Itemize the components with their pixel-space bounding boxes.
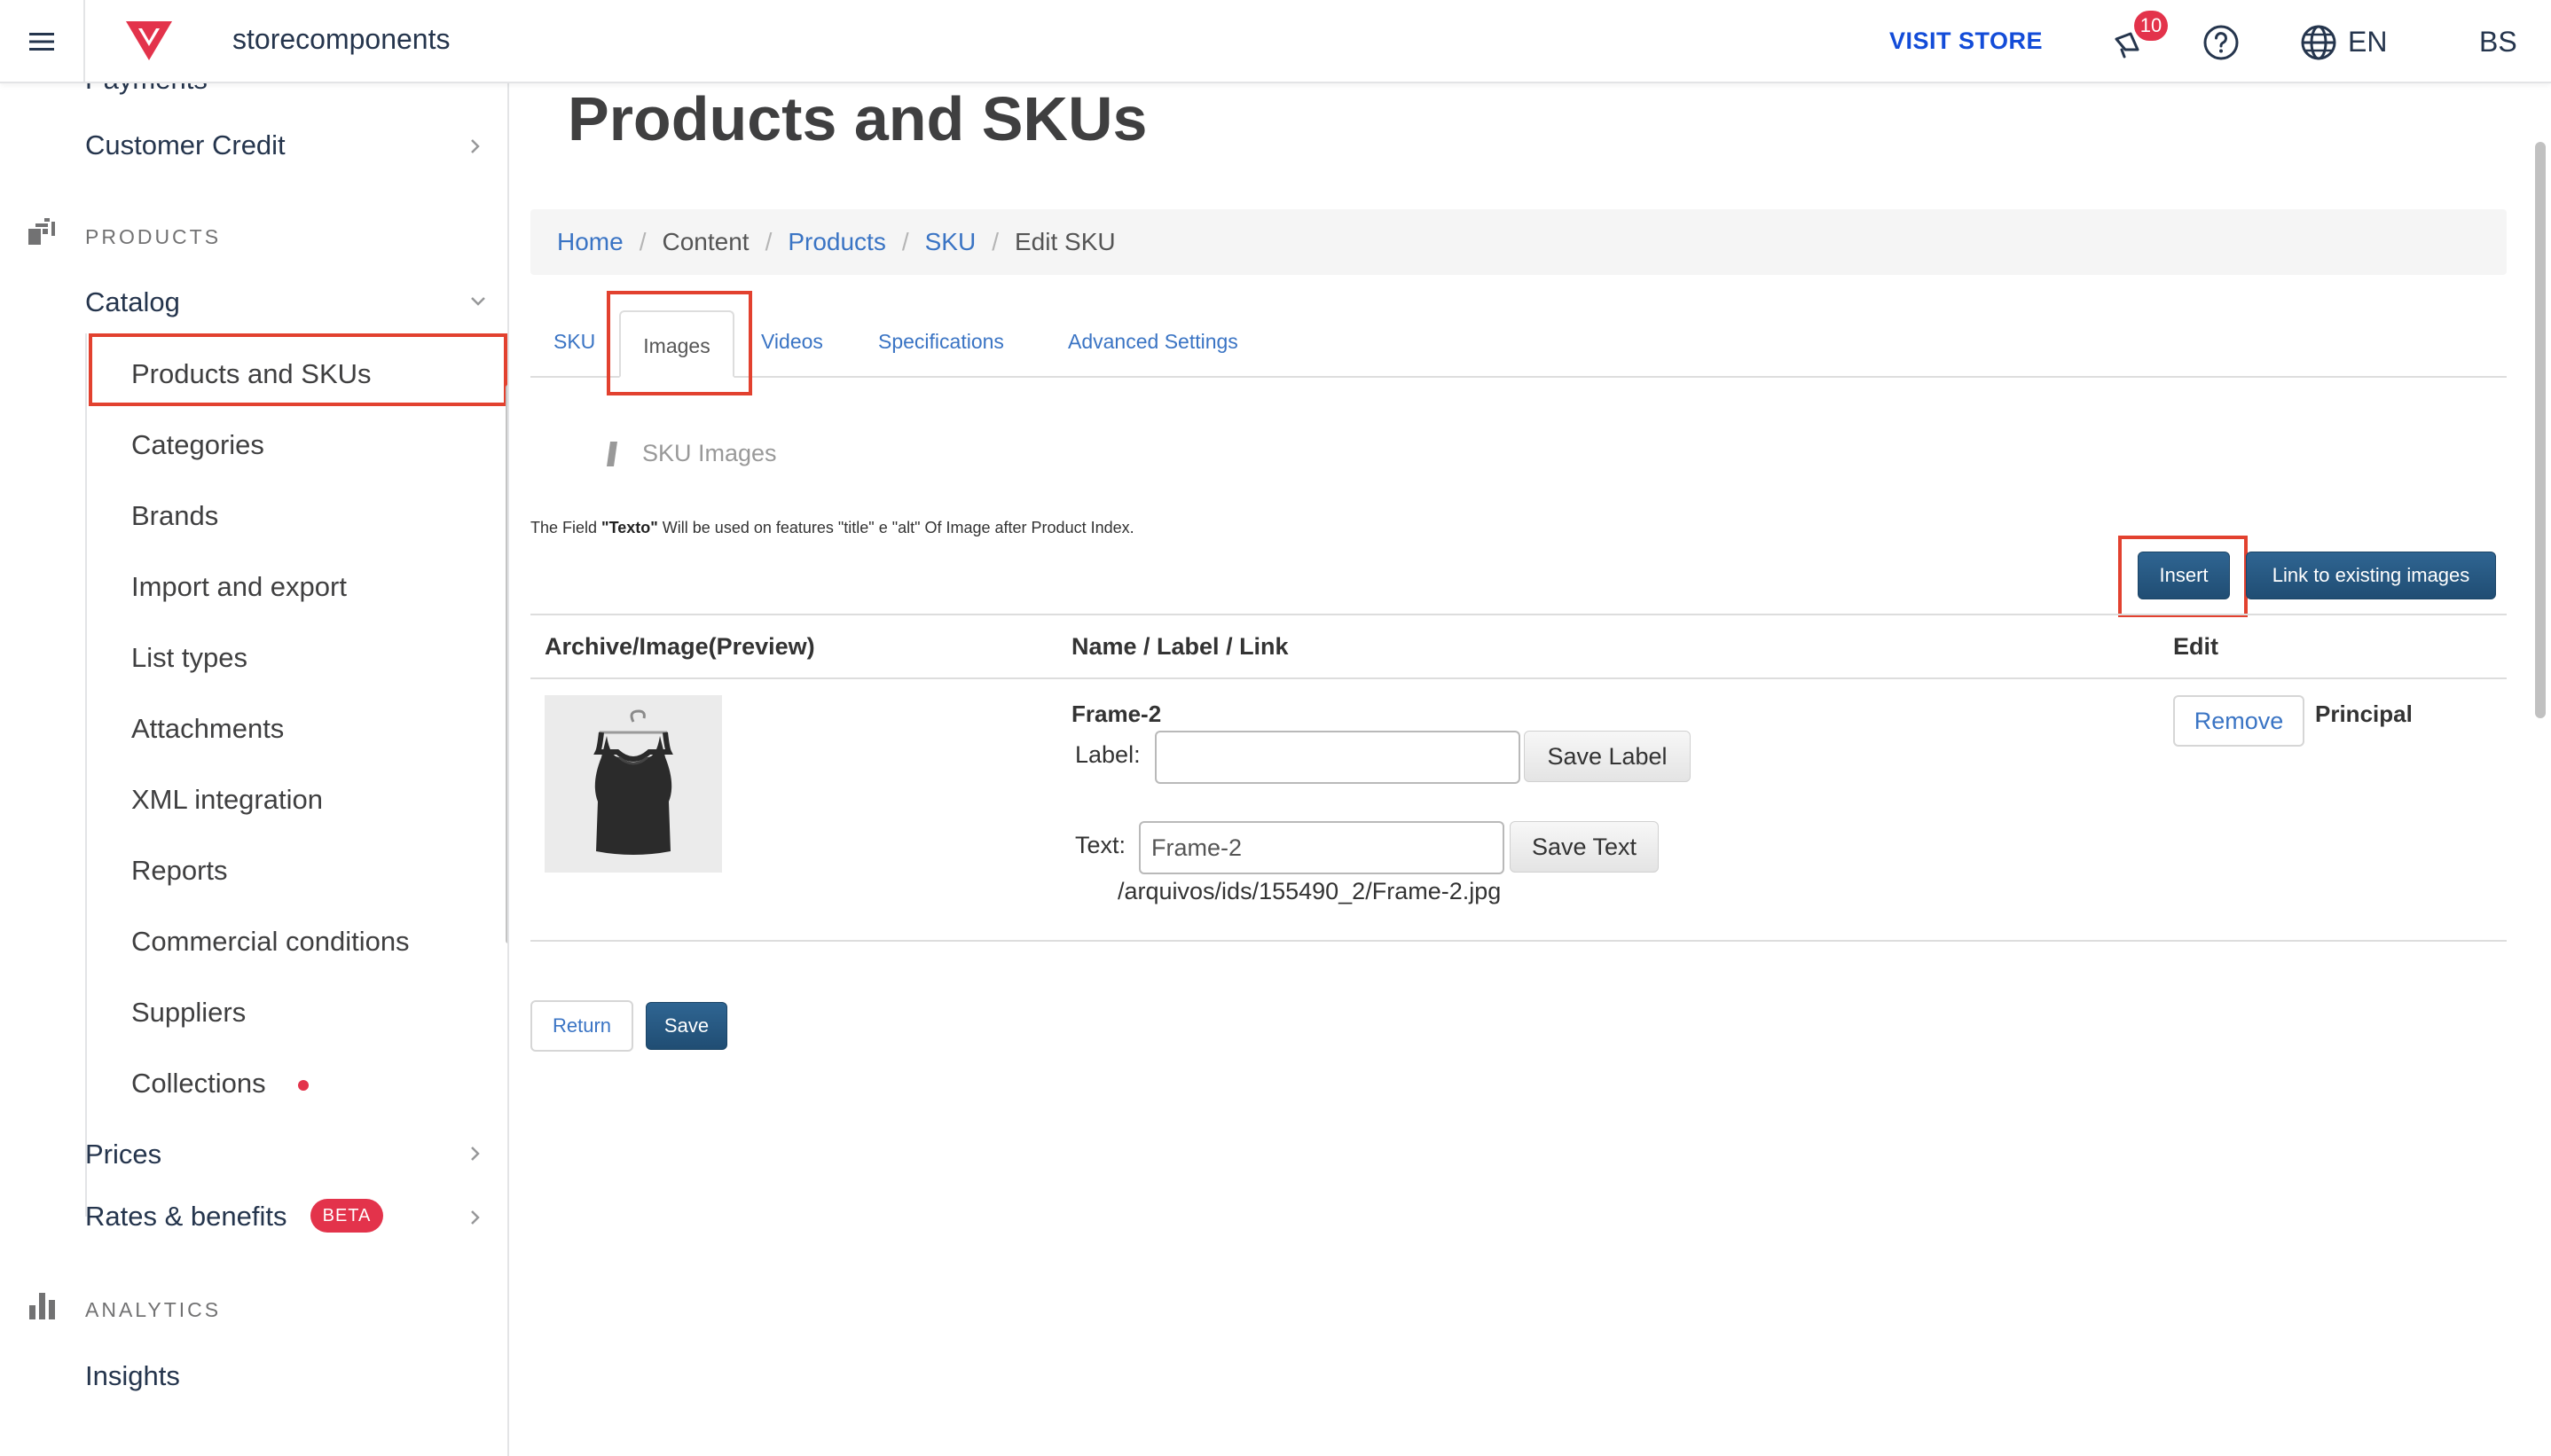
save-button[interactable]: Save (646, 1002, 727, 1050)
save-text-button[interactable]: Save Text (1510, 821, 1659, 873)
label-input[interactable] (1155, 731, 1520, 784)
table-header-archive: Archive/Image(Preview) (545, 633, 815, 660)
vtex-logo-icon[interactable] (124, 18, 174, 62)
note-bold: "Texto" (601, 519, 658, 536)
note-prefix: The Field (530, 519, 602, 536)
link-existing-images-button[interactable]: Link to existing images (2246, 552, 2496, 599)
sidebar-subitem-reports[interactable]: Reports (131, 855, 228, 887)
breadcrumb-sku[interactable]: SKU (925, 228, 977, 255)
sidebar-subitem-suppliers[interactable]: Suppliers (131, 997, 246, 1029)
active-item-highlight (89, 333, 507, 406)
breadcrumb-separator: / (901, 228, 909, 255)
table-header-edit: Edit (2173, 633, 2218, 660)
sidebar-section-analytics: ANALYTICS (85, 1298, 222, 1321)
image-name: Frame-2 (1071, 701, 1162, 727)
sidebar-subitem-categories[interactable]: Categories (131, 429, 264, 461)
breadcrumb-separator: / (765, 228, 773, 255)
sidebar-subitem-list-types[interactable]: List types (131, 642, 247, 674)
label-caption: Label: (1075, 741, 1141, 768)
image-preview-thumbnail[interactable] (545, 695, 722, 873)
table-top-border (530, 614, 2507, 615)
user-avatar[interactable]: BS (2479, 26, 2517, 59)
breadcrumb-home[interactable]: Home (557, 228, 624, 255)
sidebar-subitem-import-and-export[interactable]: Import and export (131, 571, 347, 603)
products-icon (28, 218, 55, 245)
globe-icon[interactable] (2300, 24, 2337, 61)
table-bottom-border (530, 940, 2507, 942)
sidebar-subitem-attachments[interactable]: Attachments (131, 713, 284, 745)
help-icon[interactable] (2202, 24, 2240, 61)
chevron-right-icon (471, 139, 480, 153)
sidebar-item-payments[interactable]: Payments (85, 83, 208, 96)
notification-count-badge: 10 (2134, 11, 2168, 41)
tab-videos[interactable]: Videos (761, 330, 823, 354)
chevron-down-icon (471, 297, 485, 306)
catalog-submenu-line (85, 333, 87, 1217)
remove-button[interactable]: Remove (2173, 695, 2304, 747)
new-indicator-dot (298, 1080, 309, 1091)
sidebar-item-catalog[interactable]: Catalog (85, 286, 180, 318)
note-suffix: Will be used on features "title" e "alt"… (657, 519, 1134, 536)
sidebar-subitem-brands[interactable]: Brands (131, 500, 218, 532)
section-title: SKU Images (642, 440, 777, 466)
section-marker-icon (607, 442, 617, 466)
tab-advanced-settings[interactable]: Advanced Settings (1068, 330, 1238, 354)
account-name: storecomponents (232, 23, 451, 55)
sidebar-subitem-commercial-conditions[interactable]: Commercial conditions (131, 926, 410, 958)
principal-label: Principal (2315, 701, 2413, 727)
table-header-border (530, 677, 2507, 679)
chevron-right-icon (471, 1147, 480, 1161)
analytics-icon (29, 1293, 55, 1319)
chevron-right-icon (471, 1210, 480, 1225)
sidebar-subitem-collections[interactable]: Collections (131, 1068, 266, 1100)
sidebar-item-rates-benefits[interactable]: Rates & benefits (85, 1201, 286, 1233)
main-scrollbar[interactable] (2535, 142, 2546, 718)
text-caption: Text: (1075, 832, 1126, 858)
save-label-button[interactable]: Save Label (1524, 731, 1691, 782)
language-selector[interactable]: EN (2348, 26, 2387, 59)
text-input[interactable] (1139, 821, 1504, 874)
beta-badge: BETA (310, 1199, 383, 1233)
breadcrumb-content: Content (662, 228, 750, 255)
table-header-name: Name / Label / Link (1071, 633, 1289, 660)
tab-images-highlight (607, 291, 752, 395)
tank-top-image (593, 709, 673, 855)
image-path: /arquivos/ids/155490_2/Frame-2.jpg (1118, 878, 1502, 904)
page-title: Products and SKUs (568, 84, 1148, 153)
texto-note: The Field "Texto" Will be used on featur… (530, 519, 1134, 537)
hamburger-icon (29, 33, 54, 51)
tabs-divider (530, 376, 2507, 378)
sidebar-subitem-xml-integration[interactable]: XML integration (131, 784, 323, 816)
sidebar-section-products: PRODUCTS (85, 225, 222, 248)
breadcrumb-products[interactable]: Products (788, 228, 886, 255)
return-button[interactable]: Return (530, 1000, 633, 1052)
breadcrumb: Home / Content / Products / SKU / Edit SKU (530, 209, 2507, 275)
sidebar-item-customer-credit[interactable]: Customer Credit (85, 129, 286, 161)
breadcrumb-separator: / (639, 228, 647, 255)
tab-specifications[interactable]: Specifications (878, 330, 1004, 354)
sidebar-item-prices[interactable]: Prices (85, 1139, 161, 1170)
tab-sku[interactable]: SKU (553, 330, 595, 354)
visit-store-link[interactable]: VISIT STORE (1889, 27, 2043, 55)
sidebar-item-insights[interactable]: Insights (85, 1360, 180, 1392)
breadcrumb-separator: / (992, 228, 999, 255)
top-bar: storecomponents VISIT STORE 10 EN BS (0, 0, 2551, 83)
sidebar-scrollbar[interactable] (506, 385, 507, 943)
menu-button[interactable] (0, 0, 85, 83)
sidebar: Payments Customer Credit PRODUCTS Catalo… (0, 83, 509, 1456)
breadcrumb-edit-sku: Edit SKU (1014, 228, 1116, 255)
insert-button-highlight (2118, 536, 2248, 617)
